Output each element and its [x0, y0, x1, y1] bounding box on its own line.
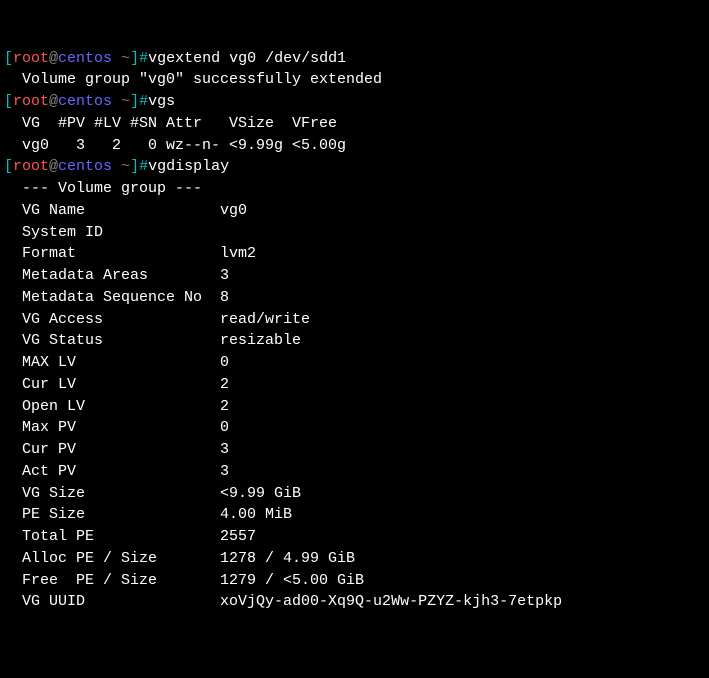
- terminal-output: [root@centos ~]#vgextend vg0 /dev/sdd1 V…: [4, 48, 705, 614]
- prompt-hash: #: [139, 93, 148, 110]
- prompt-at: @: [49, 50, 58, 67]
- command-text: vgdisplay: [148, 158, 229, 175]
- prompt-host: centos: [58, 158, 112, 175]
- command-output: --- Volume group --- VG Name vg0 System …: [4, 178, 705, 613]
- prompt-at: @: [49, 158, 58, 175]
- prompt-hash: #: [139, 50, 148, 67]
- command-line: [root@centos ~]#vgs: [4, 91, 705, 113]
- prompt-path: ~: [112, 93, 130, 110]
- prompt-user: root: [13, 50, 49, 67]
- prompt-user: root: [13, 93, 49, 110]
- prompt-bracket-open: [: [4, 158, 13, 175]
- prompt-hash: #: [139, 158, 148, 175]
- prompt-host: centos: [58, 50, 112, 67]
- prompt-path: ~: [112, 158, 130, 175]
- prompt-bracket-open: [: [4, 93, 13, 110]
- command-text: vgs: [148, 93, 175, 110]
- command-output: VG #PV #LV #SN Attr VSize VFree vg0 3 2 …: [4, 113, 705, 157]
- prompt-path: ~: [112, 50, 130, 67]
- prompt-host: centos: [58, 93, 112, 110]
- command-line: [root@centos ~]#vgextend vg0 /dev/sdd1: [4, 48, 705, 70]
- prompt-at: @: [49, 93, 58, 110]
- prompt-bracket-close: ]: [130, 50, 139, 67]
- command-output: Volume group "vg0" successfully extended: [4, 69, 705, 91]
- prompt-bracket-close: ]: [130, 93, 139, 110]
- prompt-user: root: [13, 158, 49, 175]
- command-line: [root@centos ~]#vgdisplay: [4, 156, 705, 178]
- prompt-bracket-open: [: [4, 50, 13, 67]
- prompt-bracket-close: ]: [130, 158, 139, 175]
- command-text: vgextend vg0 /dev/sdd1: [148, 50, 346, 67]
